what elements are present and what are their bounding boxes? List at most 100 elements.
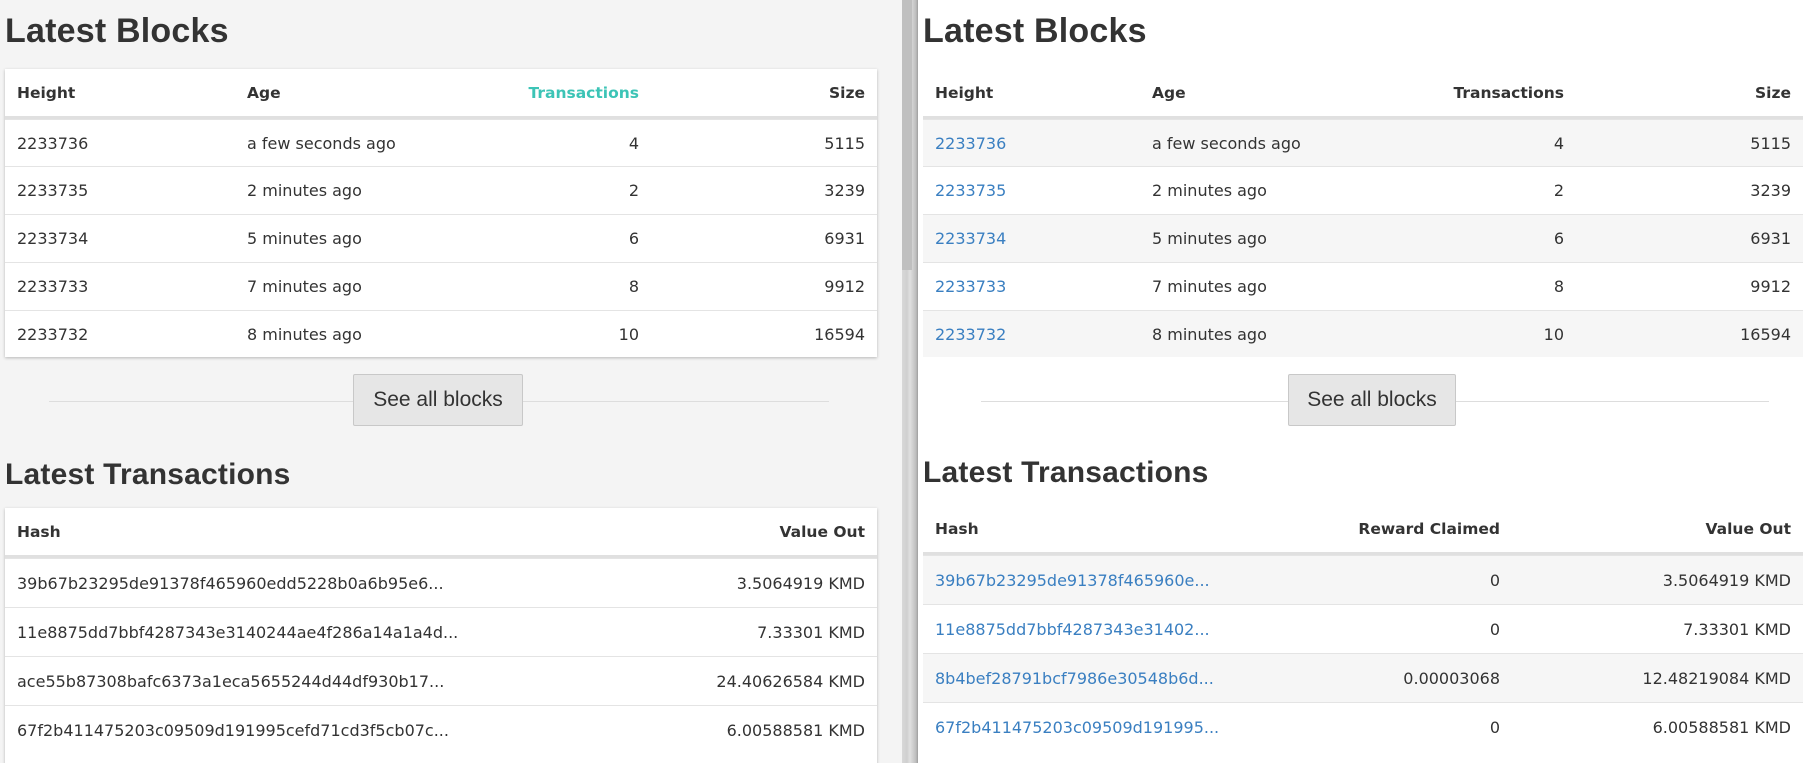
height-column-header[interactable]: Height bbox=[5, 84, 235, 102]
right-pane: Latest Blocks Height Age Transactions Si… bbox=[918, 0, 1818, 763]
block-age: 8 minutes ago bbox=[247, 324, 362, 344]
tx-hash[interactable]: 67f2b411475203c09509d191995cefd71cd3f5cb… bbox=[5, 721, 505, 740]
transactions-table: Hash Reward Claimed Value Out 39b67b2329… bbox=[923, 505, 1803, 763]
block-tx-count: 6 bbox=[1553, 229, 1564, 248]
tx-value-out: 3.5064919 KMD bbox=[736, 573, 865, 593]
tx-hash-link[interactable]: 8b4bef28791bcf7986e30548b6d... bbox=[923, 669, 1240, 688]
block-tx-count: 8 bbox=[628, 277, 639, 296]
age-column-header[interactable]: Age bbox=[235, 84, 465, 102]
block-age: 2 minutes ago bbox=[1152, 181, 1267, 200]
block-age: 7 minutes ago bbox=[247, 277, 362, 296]
latest-transactions-heading: Latest Transactions bbox=[5, 458, 291, 491]
blocks-table: Height Age Transactions Size 2233736 a f… bbox=[5, 69, 877, 357]
tx-hash-link[interactable]: 11e8875dd7bbf4287343e31402... bbox=[923, 620, 1240, 639]
table-row[interactable]: 39b67b23295de91378f465960e... 0 3.506491… bbox=[923, 555, 1803, 604]
table-row[interactable]: 2233733 7 minutes ago 8 9912 bbox=[5, 262, 877, 310]
scrollbar-thumb[interactable] bbox=[902, 0, 912, 270]
block-height-link[interactable]: 2233733 bbox=[923, 277, 1140, 296]
block-age: a few seconds ago bbox=[1152, 133, 1301, 153]
transactions-table-header: Hash Reward Claimed Value Out bbox=[923, 505, 1803, 555]
table-row[interactable]: 2233736 a few seconds ago 4 5115 bbox=[5, 119, 877, 166]
tx-value-out: 6.00588581 KMD bbox=[1652, 717, 1791, 737]
transactions-table-header: Hash Value Out bbox=[5, 508, 877, 558]
tx-hash[interactable]: 39b67b23295de91378f465960edd5228b0a6b95e… bbox=[5, 574, 505, 593]
block-size: 3239 bbox=[1750, 181, 1791, 200]
block-height[interactable]: 2233732 bbox=[5, 325, 235, 344]
block-age: 7 minutes ago bbox=[1152, 277, 1267, 296]
size-column-header[interactable]: Size bbox=[1576, 84, 1803, 102]
transactions-table: Hash Value Out 39b67b23295de91378f465960… bbox=[5, 508, 877, 763]
hash-column-header[interactable]: Hash bbox=[5, 523, 505, 541]
height-column-header[interactable]: Height bbox=[923, 84, 1140, 102]
left-pane: Latest Blocks Height Age Transactions Si… bbox=[0, 0, 902, 763]
tx-hash[interactable]: 11e8875dd7bbf4287343e3140244ae4f286a14a1… bbox=[5, 623, 505, 642]
block-height-link[interactable]: 2233736 bbox=[923, 134, 1140, 153]
block-age: 5 minutes ago bbox=[247, 229, 362, 248]
transactions-column-header[interactable]: Transactions bbox=[1357, 84, 1576, 102]
block-size: 5115 bbox=[824, 133, 865, 153]
table-row[interactable]: 2233736 a few seconds ago 4 5115 bbox=[923, 119, 1803, 166]
block-tx-count: 8 bbox=[1553, 277, 1564, 296]
block-size: 5115 bbox=[1750, 133, 1791, 153]
blocks-table: Height Age Transactions Size 2233736 a f… bbox=[923, 69, 1803, 357]
block-height[interactable]: 2233734 bbox=[5, 229, 235, 248]
table-row[interactable]: 2233732 8 minutes ago 10 16594 bbox=[923, 310, 1803, 357]
value-out-column-header[interactable]: Value Out bbox=[1512, 520, 1803, 538]
table-row[interactable]: 67f2b411475203c09509d191995cefd71cd3f5cb… bbox=[5, 705, 877, 754]
see-all-blocks-button[interactable]: See all blocks bbox=[1288, 374, 1456, 426]
block-tx-count: 4 bbox=[1553, 133, 1564, 153]
value-out-column-header[interactable]: Value Out bbox=[505, 523, 877, 541]
transactions-column-header[interactable]: Transactions bbox=[465, 84, 651, 102]
table-row[interactable]: 2233734 5 minutes ago 6 6931 bbox=[5, 214, 877, 262]
block-tx-count: 2 bbox=[1553, 181, 1564, 200]
tx-reward-claimed: 0.00003068 bbox=[1403, 668, 1500, 688]
table-row[interactable]: 11e8875dd7bbf4287343e31402... 0 7.33301 … bbox=[923, 604, 1803, 653]
tx-reward-claimed: 0 bbox=[1489, 570, 1500, 590]
tx-reward-claimed: 0 bbox=[1489, 619, 1500, 639]
block-height[interactable]: 2233735 bbox=[5, 181, 235, 200]
size-column-header[interactable]: Size bbox=[651, 84, 877, 102]
block-size: 6931 bbox=[824, 229, 865, 248]
table-row[interactable]: 2233735 2 minutes ago 2 3239 bbox=[923, 166, 1803, 214]
tx-value-out: 24.40626584 KMD bbox=[716, 671, 865, 691]
blocks-table-header: Height Age Transactions Size bbox=[5, 69, 877, 119]
hash-column-header[interactable]: Hash bbox=[923, 520, 1240, 538]
tx-value-out: 3.5064919 KMD bbox=[1662, 570, 1791, 590]
table-row[interactable]: ace55b87308bafc6373a1eca5655244d44df930b… bbox=[5, 656, 877, 705]
block-age: 5 minutes ago bbox=[1152, 229, 1267, 248]
latest-blocks-heading: Latest Blocks bbox=[923, 12, 1147, 50]
table-row[interactable]: 8b4bef28791bcf7986e30548b6d... 0.0000306… bbox=[923, 653, 1803, 702]
block-tx-count: 6 bbox=[628, 229, 639, 248]
tx-hash-link[interactable]: 67f2b411475203c09509d191995... bbox=[923, 718, 1240, 737]
tx-hash-link[interactable]: 39b67b23295de91378f465960e... bbox=[923, 571, 1240, 590]
block-tx-count: 10 bbox=[618, 324, 639, 344]
reward-claimed-column-header[interactable]: Reward Claimed bbox=[1240, 520, 1512, 538]
block-size: 9912 bbox=[1750, 277, 1791, 296]
block-tx-count: 2 bbox=[628, 181, 639, 200]
blocks-table-header: Height Age Transactions Size bbox=[923, 69, 1803, 119]
block-age: 8 minutes ago bbox=[1152, 324, 1267, 344]
block-height[interactable]: 2233733 bbox=[5, 277, 235, 296]
table-row[interactable]: 2233732 8 minutes ago 10 16594 bbox=[5, 310, 877, 357]
tx-value-out: 7.33301 KMD bbox=[1683, 619, 1791, 639]
table-row[interactable]: 2233735 2 minutes ago 2 3239 bbox=[5, 166, 877, 214]
tx-value-out: 6.00588581 KMD bbox=[726, 720, 865, 740]
table-row[interactable]: 67f2b411475203c09509d191995... 0 6.00588… bbox=[923, 702, 1803, 751]
block-height-link[interactable]: 2233734 bbox=[923, 229, 1140, 248]
table-row[interactable]: 2233734 5 minutes ago 6 6931 bbox=[923, 214, 1803, 262]
see-all-blocks-button[interactable]: See all blocks bbox=[353, 374, 523, 426]
block-height-link[interactable]: 2233735 bbox=[923, 181, 1140, 200]
block-height[interactable]: 2233736 bbox=[5, 134, 235, 153]
tx-value-out: 12.48219084 KMD bbox=[1642, 668, 1791, 688]
table-row[interactable]: 39b67b23295de91378f465960edd5228b0a6b95e… bbox=[5, 558, 877, 607]
tx-hash[interactable]: ace55b87308bafc6373a1eca5655244d44df930b… bbox=[5, 672, 505, 691]
table-row[interactable]: 2233733 7 minutes ago 8 9912 bbox=[923, 262, 1803, 310]
block-height-link[interactable]: 2233732 bbox=[923, 325, 1140, 344]
block-tx-count: 10 bbox=[1543, 324, 1564, 344]
latest-blocks-heading: Latest Blocks bbox=[5, 12, 229, 50]
block-tx-count: 4 bbox=[628, 133, 639, 153]
tx-value-out: 7.33301 KMD bbox=[757, 622, 865, 642]
age-column-header[interactable]: Age bbox=[1140, 84, 1357, 102]
block-size: 6931 bbox=[1750, 229, 1791, 248]
table-row[interactable]: 11e8875dd7bbf4287343e3140244ae4f286a14a1… bbox=[5, 607, 877, 656]
